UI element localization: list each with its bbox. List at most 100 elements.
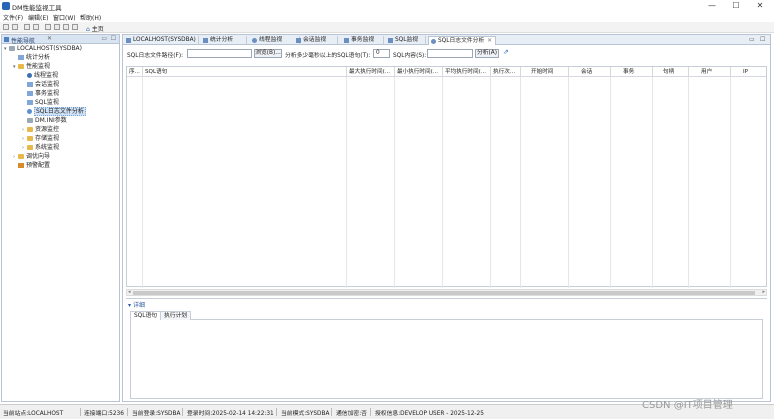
transaction-icon [27,91,33,96]
export-icon[interactable]: ⇗ [503,48,509,56]
tree-node-localhost[interactable]: ▾ LOCALHOST(SYSDBA) [4,45,82,53]
tab-sql-statement[interactable]: SQL语句 [130,311,162,320]
tree-node-tuning-wizard[interactable]: › 调优向导 [13,153,50,161]
refresh-icon[interactable] [72,24,78,30]
horizontal-scrollbar[interactable]: ◂ ▸ [126,289,767,296]
menu-bar: 文件(F) 编辑(E) 窗口(W) 帮助(H) [0,12,774,22]
column-header[interactable]: 事务 [611,67,653,77]
sql-content-input[interactable] [427,49,473,58]
column-divider [442,77,443,288]
menu-file[interactable]: 文件(F) [3,13,23,22]
column-header[interactable]: SQL语句 [143,67,347,77]
tab-statistics[interactable]: 统计分析 [201,36,247,45]
scrollbar-thumb[interactable] [133,291,755,295]
title-bar: DM性能监视工具 — ☐ ✕ [0,0,774,12]
sql-content-label: SQL内容(S): [393,53,427,59]
table-header: 序... SQL语句 最大执行时间(... 最小执行时间(... 平均执行时间(… [127,67,766,77]
nav-minimize-icon[interactable]: ▭ [101,35,107,42]
panel-maximize-icon[interactable]: ☐ [760,36,765,43]
tree-node-sql-monitor[interactable]: SQL监视 [22,99,59,107]
tree-node-thread-monitor[interactable]: 线程监视 [22,72,58,80]
status-port: 连接端口:5236 [84,411,124,417]
close-button[interactable]: ✕ [748,1,772,11]
forward-icon[interactable] [33,24,39,30]
tree-node-alert-config[interactable]: 预警配置 [13,162,50,170]
scroll-left-icon[interactable]: ◂ [128,289,131,295]
tab-close-icon[interactable]: ✕ [487,38,492,44]
nav-close-icon[interactable]: ✕ [47,35,52,42]
folder-icon [18,154,24,159]
tree-node-statistics[interactable]: 统计分析 [13,54,50,62]
column-header[interactable]: 序... [127,67,143,77]
menu-help[interactable]: 帮助(H) [80,13,101,22]
column-header[interactable]: 执行次... [491,67,521,77]
new-icon[interactable] [3,24,9,30]
column-header[interactable]: 开始时间 [521,67,569,77]
main-panel: LOCALHOST(SYSDBA) 统计分析 线程监视 会话监视 事务监视 SQ… [122,34,771,402]
save-icon[interactable] [12,24,18,30]
column-header[interactable]: 最大执行时间(... [347,67,395,77]
toolbar: ⌂ 主页 [0,22,774,33]
tree-node-performance-monitor[interactable]: ▾ 性能监视 [13,63,50,71]
panel-minimize-icon[interactable]: ▭ [749,36,755,43]
tab-session-monitor[interactable]: 会话监视 [294,36,338,45]
tab-execution-plan[interactable]: 执行计划 [160,311,192,320]
minimize-button[interactable]: — [700,1,724,11]
log-path-label: SQL日志文件路径(F): [127,53,184,59]
nav-maximize-icon[interactable]: ☐ [111,35,116,42]
column-header[interactable]: 平均执行时间(... [443,67,491,77]
details-panel: ▾ 详细 SQL语句 执行计划 [126,298,767,400]
tab-thread-monitor[interactable]: 线程监视 [250,36,300,45]
menu-window[interactable]: 窗口(W) [53,13,76,22]
folder-icon [27,145,33,150]
tab-sql-log-analysis[interactable]: SQL日志文件分析 ✕ [428,36,496,45]
column-header[interactable]: 会话 [569,67,611,77]
window-title: DM性能监视工具 [12,4,62,12]
session-icon [296,38,301,43]
scroll-right-icon[interactable]: ▸ [762,289,765,295]
browse-button[interactable]: 浏览(B)... [254,49,282,58]
chart-icon [18,55,24,60]
sql-detail-area[interactable] [130,320,763,399]
details-toggle[interactable]: ▾ 详细 [128,300,145,309]
collapse-arrow-icon: ▾ [128,302,132,309]
tree-node-storage-monitor[interactable]: › 存储监视 [22,135,59,143]
app-icon [2,2,10,10]
menu-edit[interactable]: 编辑(E) [28,13,48,22]
maximize-button[interactable]: ☐ [724,1,748,11]
performance-nav-panel: 性能导航 ✕ ▭ ☐ ▾ LOCALHOST(SYSDBA) 统计分析 ▾ 性能监视… [1,34,120,402]
column-divider [652,77,653,288]
copy-icon[interactable] [45,24,51,30]
sql-log-icon [27,109,32,114]
tree-node-resource-monitor[interactable]: › 资源监控 [22,126,59,134]
sql-icon [388,38,393,43]
thread-icon [27,73,32,78]
sql-result-table: 序... SQL语句 最大执行时间(... 最小执行时间(... 平均执行时间(… [126,66,767,288]
folder-icon [18,64,24,69]
transaction-icon [344,38,349,43]
log-path-input[interactable] [187,49,252,58]
tree-node-sql-log-analysis[interactable]: SQL日志文件分析 [22,107,86,116]
tab-transaction-monitor[interactable]: 事务监视 [342,36,384,45]
paste-icon[interactable] [54,24,60,30]
cut-icon[interactable] [63,24,69,30]
tree-node-transaction-monitor[interactable]: 事务监视 [22,90,59,98]
column-header[interactable]: 最小执行时间(... [395,67,443,77]
tab-sql-monitor[interactable]: SQL监视 [386,36,426,45]
tree-node-system-monitor[interactable]: › 系统监视 [22,144,59,152]
min-time-input[interactable]: 0 [373,49,390,58]
column-header[interactable]: 句柄 [653,67,689,77]
divider [182,408,183,416]
column-header[interactable]: 用户 [689,67,731,77]
back-icon[interactable] [24,24,30,30]
column-header[interactable]: IP [731,67,766,77]
tree-node-session-monitor[interactable]: 会话监视 [22,81,59,89]
warning-icon [18,163,24,168]
status-site: 当前站点:LOCALHOST [3,411,64,417]
tab-localhost[interactable]: LOCALHOST(SYSDBA) [124,36,199,45]
home-icon: ⌂ [86,26,90,33]
column-divider [142,77,143,288]
tree-node-dm-ini[interactable]: DM.INI参数 [22,117,67,125]
analyze-button[interactable]: 分析(A) [475,49,499,58]
home-button[interactable]: ⌂ 主页 [86,24,104,33]
